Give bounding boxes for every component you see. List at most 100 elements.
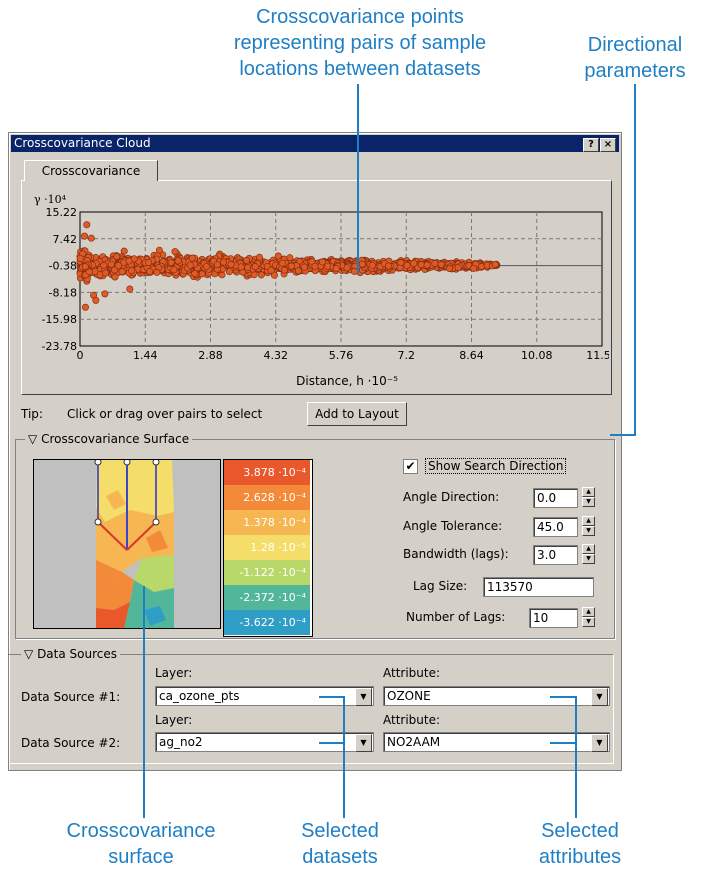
chart-point[interactable]: [256, 253, 264, 261]
chart-point[interactable]: [92, 296, 100, 304]
chart-point[interactable]: [125, 257, 133, 265]
angle-tolerance-spinner[interactable]: ▲ ▼: [582, 516, 595, 536]
chart-point[interactable]: [81, 303, 89, 311]
chart-point[interactable]: [267, 266, 275, 274]
chart-point[interactable]: [280, 266, 288, 274]
chart-point[interactable]: [203, 262, 211, 270]
chart-point[interactable]: [287, 262, 295, 270]
chevron-down-icon[interactable]: ▼: [355, 734, 372, 752]
chart-point[interactable]: [174, 257, 182, 265]
chevron-down-icon[interactable]: ▼: [591, 688, 608, 706]
crosscovariance-surface-map[interactable]: [33, 459, 221, 629]
spin-up-icon[interactable]: ▲: [582, 607, 595, 617]
close-button[interactable]: ×: [600, 138, 616, 152]
chart-point[interactable]: [111, 273, 119, 281]
chart-point[interactable]: [83, 221, 91, 229]
chart-point[interactable]: [198, 270, 206, 278]
chart-point[interactable]: [437, 261, 445, 269]
number-of-lags-spinner[interactable]: ▲ ▼: [582, 607, 595, 627]
chart-point[interactable]: [237, 263, 245, 271]
chart-point[interactable]: [100, 261, 108, 269]
chart-point[interactable]: [114, 261, 122, 269]
chart-point[interactable]: [403, 261, 411, 269]
chart-point[interactable]: [324, 262, 332, 270]
chart-point[interactable]: [101, 290, 109, 298]
angle-direction-input[interactable]: 0.0: [533, 488, 578, 508]
collapse-icon[interactable]: ▽: [28, 432, 37, 446]
chart-point[interactable]: [118, 268, 126, 276]
spin-down-icon[interactable]: ▼: [582, 497, 595, 507]
spin-down-icon[interactable]: ▼: [582, 617, 595, 627]
chart-point[interactable]: [417, 261, 425, 269]
chart-point[interactable]: [128, 267, 136, 275]
chart-point[interactable]: [397, 259, 405, 267]
chevron-down-icon[interactable]: ▼: [591, 734, 608, 752]
chart-point[interactable]: [274, 252, 282, 260]
crosscovariance-chart[interactable]: 0 1.44 2.88 4.32 5.76 7.2 8.64 10.08 11.52 15.22 7…: [22, 181, 609, 392]
chart-point[interactable]: [191, 269, 199, 277]
chart-point[interactable]: [76, 254, 84, 262]
show-search-direction-label[interactable]: Show Search Direction: [425, 458, 567, 474]
spin-down-icon[interactable]: ▼: [582, 526, 595, 536]
help-button[interactable]: ?: [583, 138, 599, 152]
chart-point[interactable]: [87, 234, 95, 242]
chart-point[interactable]: [286, 254, 294, 262]
bandwidth-input[interactable]: 3.0: [533, 545, 578, 565]
lag-size-input[interactable]: 113570: [483, 577, 594, 597]
chart-point[interactable]: [171, 248, 179, 256]
chart-point[interactable]: [244, 264, 252, 272]
spin-up-icon[interactable]: ▲: [582, 487, 595, 497]
tab-crosscovariance[interactable]: Crosscovariance: [24, 160, 158, 181]
chart-point[interactable]: [431, 259, 439, 267]
chart-point[interactable]: [423, 261, 431, 269]
chart-point[interactable]: [294, 267, 302, 275]
chart-point[interactable]: [220, 258, 228, 266]
chart-point[interactable]: [311, 262, 319, 270]
chevron-down-icon[interactable]: ▼: [355, 688, 372, 706]
spin-up-icon[interactable]: ▲: [582, 544, 595, 554]
chart-point[interactable]: [81, 232, 89, 240]
chart-point[interactable]: [113, 253, 121, 261]
chart-point[interactable]: [491, 261, 499, 269]
chart-point[interactable]: [102, 269, 110, 277]
chart-point[interactable]: [250, 271, 258, 279]
angle-direction-spinner[interactable]: ▲ ▼: [582, 487, 595, 507]
chart-point[interactable]: [384, 262, 392, 270]
chart-point[interactable]: [153, 268, 161, 276]
chart-point[interactable]: [107, 260, 115, 268]
chart-point[interactable]: [126, 285, 134, 293]
chart-point[interactable]: [188, 254, 196, 262]
chart-point[interactable]: [227, 261, 235, 269]
title-bar[interactable]: Crosscovariance Cloud ? ×: [11, 135, 619, 152]
collapse-icon[interactable]: ▽: [24, 647, 33, 661]
chart-point[interactable]: [470, 264, 478, 272]
chart-point[interactable]: [332, 264, 340, 272]
chart-point[interactable]: [251, 263, 259, 271]
chart-point[interactable]: [368, 261, 376, 269]
chart-point[interactable]: [213, 261, 221, 269]
chart-point[interactable]: [170, 266, 178, 274]
chart-point[interactable]: [81, 263, 89, 271]
chart-point[interactable]: [445, 265, 453, 273]
number-of-lags-input[interactable]: 10: [529, 608, 578, 628]
bandwidth-spinner[interactable]: ▲ ▼: [582, 544, 595, 564]
chart-point[interactable]: [145, 258, 153, 266]
spin-up-icon[interactable]: ▲: [582, 516, 595, 526]
angle-tolerance-input[interactable]: 45.0: [533, 517, 578, 537]
chart-point[interactable]: [257, 271, 265, 279]
chart-point[interactable]: [186, 261, 194, 269]
chart-point[interactable]: [146, 268, 154, 276]
show-search-direction-checkbox[interactable]: ✔: [403, 459, 418, 474]
chart-point[interactable]: [318, 258, 326, 266]
chart-point[interactable]: [300, 263, 308, 271]
chart-point[interactable]: [120, 247, 128, 255]
chart-point[interactable]: [225, 268, 233, 276]
callout-selected-datasets: Selected datasets: [270, 818, 410, 870]
chart-point[interactable]: [358, 260, 366, 268]
add-to-layout-button[interactable]: Add to Layout: [307, 402, 407, 426]
chart-point[interactable]: [167, 259, 175, 267]
chart-point[interactable]: [410, 259, 418, 267]
chart-point[interactable]: [278, 259, 286, 267]
spin-down-icon[interactable]: ▼: [582, 554, 595, 564]
chart-point[interactable]: [454, 264, 462, 272]
